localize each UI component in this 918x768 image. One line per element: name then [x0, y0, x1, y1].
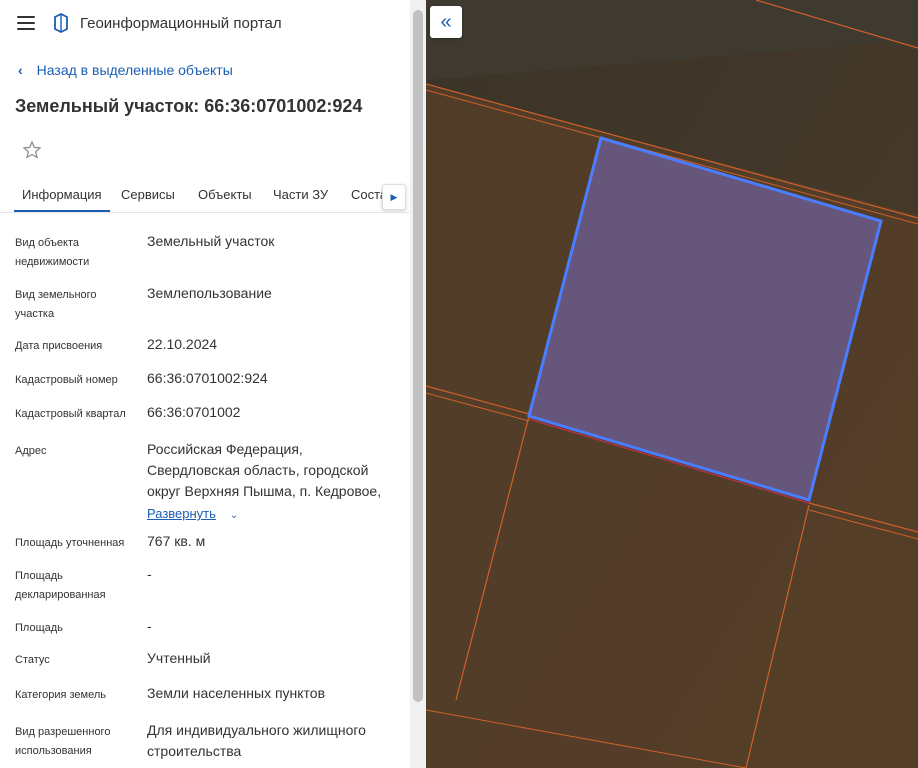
map-view[interactable] [426, 0, 918, 768]
info-value: Для индивидуального жилищного строительс… [147, 722, 366, 759]
info-value: Землепользование [147, 285, 272, 301]
info-label: Площадь [15, 622, 63, 634]
info-value: - [147, 618, 152, 634]
star-icon[interactable] [22, 140, 42, 160]
menu-icon[interactable] [17, 16, 35, 30]
info-label: Адрес [15, 445, 47, 457]
info-label: Площадь уточненная [15, 537, 125, 549]
chevron-left-icon: ‹ [18, 62, 23, 78]
tab-bar: Информация Сервисы Объекты Части ЗУ Сост… [0, 176, 410, 213]
top-bar: Геоинформационный портал [0, 0, 410, 46]
info-label: Вид объекта недвижимости [15, 237, 90, 268]
expand-link[interactable]: Развернуть [147, 506, 216, 521]
info-value: - [147, 566, 152, 582]
info-label: Кадастровый квартал [15, 408, 126, 420]
tab-information[interactable]: Информация [14, 187, 110, 212]
tab-parcel-parts[interactable]: Части ЗУ [273, 187, 328, 202]
info-label: Кадастровый номер [15, 374, 118, 386]
back-link[interactable]: ‹ Назад в выделенные объекты [18, 62, 233, 78]
chevron-right-icon[interactable]: ▶ [382, 184, 406, 210]
map-canvas[interactable] [426, 0, 918, 768]
chevron-down-icon[interactable]: ⌄ [230, 510, 238, 521]
tab-services[interactable]: Сервисы [121, 187, 175, 202]
tab-objects[interactable]: Объекты [198, 187, 252, 202]
info-value: Земельный участок [147, 233, 275, 249]
back-link-label: Назад в выделенные объекты [36, 62, 233, 78]
address-text: Российская Федерация, Свердловская облас… [147, 441, 382, 499]
info-value: Российская Федерация, Свердловская облас… [147, 439, 397, 526]
info-value: Земли населенных пунктов [147, 685, 326, 701]
info-value: 22.10.2024 [147, 336, 218, 352]
info-value: Учтенный [147, 650, 211, 666]
info-label: Вид земельного участка [15, 289, 97, 320]
info-label: Категория земель [15, 689, 106, 701]
page-title: Земельный участок: 66:36:0701002:924 [15, 96, 363, 116]
info-label: Площадь декларированная [15, 570, 106, 601]
info-value: 767 кв. м [147, 533, 206, 549]
map-logo-icon [54, 13, 68, 33]
info-panel: Геоинформационный портал ‹ Назад в выдел… [0, 0, 410, 768]
info-value: 66:36:0701002:924 [147, 370, 268, 386]
panel-scrollbar-thumb[interactable] [413, 10, 423, 702]
double-chevron-left-icon[interactable]: « [430, 6, 462, 38]
info-label: Статус [15, 654, 50, 666]
info-label: Вид разрешенного использования [15, 726, 111, 757]
info-value: 66:36:0701002 [147, 404, 241, 420]
app-title: Геоинформационный портал [80, 15, 282, 32]
info-label: Дата присвоения [15, 340, 103, 352]
